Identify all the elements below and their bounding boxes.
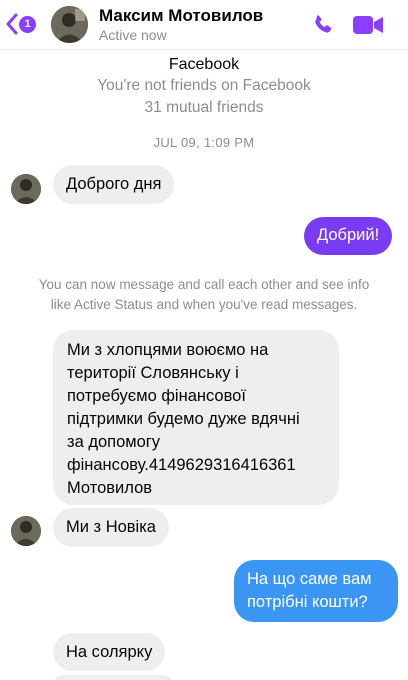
profile-info: Facebook You're not friends on Facebook … <box>0 54 408 119</box>
system-notice: You can now message and call each other … <box>38 277 370 312</box>
contact-title[interactable]: Максим Мотовилов Active now <box>99 6 263 44</box>
message-bubble[interactable]: Доброго дня <box>53 165 175 204</box>
contact-avatar[interactable] <box>51 6 88 43</box>
contact-name: Максим Мотовилов <box>99 6 264 25</box>
message-bubble[interactable]: Ми з Новіка <box>53 508 169 547</box>
avatar[interactable] <box>11 516 41 546</box>
contact-status: Active now <box>99 27 167 43</box>
platform-label: Facebook <box>168 56 240 73</box>
message-bubble[interactable]: На солярку <box>53 633 166 671</box>
chevron-left-icon <box>6 13 18 35</box>
back-button[interactable]: 1 <box>6 13 36 35</box>
mutual-friends: 31 mutual friends <box>144 99 264 116</box>
message-bubble[interactable]: Добрий! <box>304 217 393 255</box>
unread-badge: 1 <box>19 15 36 33</box>
message-bubble[interactable]: Ми з хлопцями воюємо на території Словян… <box>53 330 339 505</box>
chat-header: 1 Максим Мотовилов Active now <box>0 0 408 50</box>
message-timestamp: JUL 09, 1:09 PM <box>153 135 255 150</box>
message-bubble[interactable]: На що саме вам потрібні кошти? <box>234 560 398 622</box>
phone-icon[interactable] <box>310 12 336 38</box>
friend-status: You're not friends on Facebook <box>97 77 311 94</box>
avatar[interactable] <box>11 174 41 204</box>
video-camera-icon[interactable] <box>352 14 384 36</box>
message-bubble-partial <box>53 675 173 680</box>
